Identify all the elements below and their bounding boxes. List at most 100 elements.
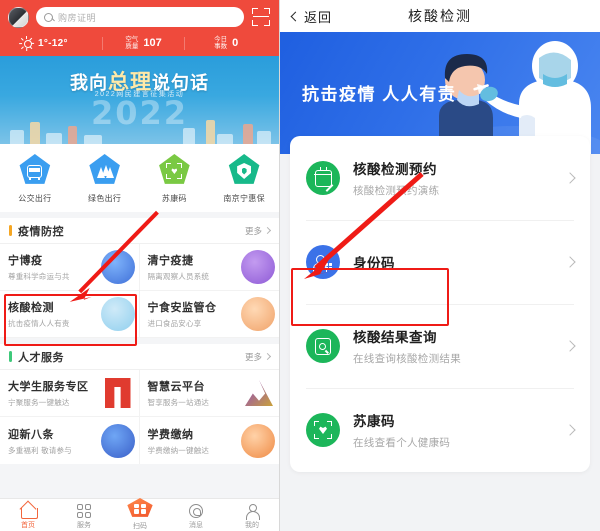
section-accent-bar bbox=[9, 225, 12, 236]
service-list-card: 核酸检测预约 核酸检测预约演练 身份码 核酸结果查询 在线查询核酸检测结果 苏康… bbox=[290, 136, 590, 472]
weather-temp-cell: 1°-12° bbox=[12, 35, 102, 51]
list-item-identity-code[interactable]: 身份码 bbox=[290, 220, 590, 304]
home-icon bbox=[20, 504, 38, 519]
card-subtitle: 宁聚服务一键触达 bbox=[8, 398, 70, 407]
quick-item-label: 公交出行 bbox=[18, 194, 52, 203]
banner-title: 抗击疫情 人人有责 bbox=[302, 85, 457, 104]
section-more-link[interactable]: 更多 bbox=[245, 351, 272, 363]
tab-profile[interactable]: 我的 bbox=[224, 499, 279, 531]
air-quality-cell: 空气 质量 107 bbox=[103, 36, 185, 51]
sun-icon bbox=[19, 35, 35, 51]
search-icon bbox=[44, 12, 53, 22]
left-phone-screen: 购房证明 1°-12° 空气 质量 107 今日 事数 0 2022 我向总理说… bbox=[0, 0, 280, 531]
app-header: 购房证明 1°-12° 空气 质量 107 今日 事数 0 bbox=[0, 0, 279, 56]
hero-banner[interactable]: 2022 我向总理说句话 2022网民建言征集活动 bbox=[0, 56, 279, 144]
back-label: 返回 bbox=[304, 9, 333, 25]
weather-temperature: 1°-12° bbox=[38, 37, 68, 49]
quick-item-green-travel[interactable]: 绿色出行 bbox=[70, 154, 140, 204]
chevron-right-icon bbox=[564, 340, 576, 352]
card-welcome-eight-rules[interactable]: 迎新八条 多重福利 敬请参与 bbox=[0, 417, 140, 464]
list-item-title: 核酸结果查询 bbox=[353, 330, 437, 345]
card-subtitle: 多重福利 敬请参与 bbox=[8, 445, 72, 455]
chat-icon bbox=[189, 504, 203, 518]
air-quality-value: 107 bbox=[143, 37, 162, 49]
list-item-title: 核酸检测预约 bbox=[353, 162, 437, 177]
scan-qr-icon bbox=[127, 498, 153, 517]
todo-label: 今日 事数 bbox=[214, 36, 227, 51]
scan-code-icon[interactable] bbox=[251, 7, 271, 27]
tab-label: 扫码 bbox=[133, 523, 147, 530]
card-qingningyijie[interactable]: 清宁疫捷 隔离观察人员系统 bbox=[139, 244, 279, 291]
air-quality-label: 空气 质量 bbox=[125, 36, 138, 51]
profile-icon bbox=[245, 504, 260, 520]
tree-icon bbox=[89, 154, 120, 184]
list-item-texts: 苏康码 在线查看个人健康码 bbox=[353, 410, 553, 450]
air-quality-label-line2: 质量 bbox=[125, 43, 139, 50]
list-item-sukang-code[interactable]: 苏康码 在线查看个人健康码 bbox=[290, 388, 590, 472]
search-input[interactable]: 购房证明 bbox=[36, 7, 244, 27]
card-smart-cloud-platform[interactable]: 智慧云平台 智享服务一站通达 bbox=[139, 370, 279, 417]
bottom-tab-bar: 首页 服务 扫码 消息 我的 bbox=[0, 498, 279, 531]
tab-label: 服务 bbox=[77, 522, 91, 529]
calendar-edit-icon bbox=[306, 161, 340, 195]
card-ningboyi[interactable]: 宁博疫 尊重科学命运与共 bbox=[0, 244, 140, 291]
tab-services[interactable]: 服务 bbox=[56, 499, 112, 531]
card-title: 宁食安监管仓 bbox=[147, 302, 217, 314]
list-item-result-query[interactable]: 核酸结果查询 在线查询核酸检测结果 bbox=[290, 304, 590, 388]
card-subtitle: 尊重科学命运与共 bbox=[8, 272, 70, 281]
section-header: 人才服务 更多 bbox=[0, 344, 279, 370]
quick-item-label: 苏康码 bbox=[161, 194, 187, 203]
quick-item-ninghuibao[interactable]: 南京宁惠保 bbox=[209, 154, 279, 204]
card-subtitle: 智享服务一站通达 bbox=[147, 398, 210, 407]
quick-access-row: 公交出行 绿色出行 苏康码 南京宁惠保 bbox=[0, 144, 279, 212]
list-item-appointment[interactable]: 核酸检测预约 核酸检测预约演练 bbox=[290, 136, 590, 220]
weather-bar: 1°-12° 空气 质量 107 今日 事数 0 bbox=[8, 30, 271, 56]
chevron-right-icon bbox=[263, 352, 272, 361]
todo-count-cell: 今日 事数 0 bbox=[185, 36, 267, 51]
section-more-label: 更多 bbox=[244, 225, 262, 236]
list-item-texts: 核酸检测预约 核酸检测预约演练 bbox=[353, 158, 553, 198]
list-item-subtitle: 在线查询核酸检测结果 bbox=[353, 353, 461, 365]
card-food-safety-warehouse[interactable]: 宁食安监管仓 进口食品安心享 bbox=[139, 291, 279, 338]
city-skyline-decoration bbox=[0, 114, 279, 144]
list-item-texts: 核酸结果查询 在线查询核酸检测结果 bbox=[353, 326, 553, 366]
card-title: 核酸检测 bbox=[8, 302, 54, 314]
air-quality-label-line1: 空气 bbox=[125, 35, 139, 43]
section-header: 疫情防控 更多 bbox=[0, 218, 279, 244]
section-talent-services: 人才服务 更多 大学生服务专区 宁聚服务一键触达 智慧云平台 智享服务一站通达 … bbox=[0, 344, 279, 464]
card-title: 学费缴纳 bbox=[147, 428, 194, 441]
card-tuition-payment[interactable]: 学费缴纳 学费缴纳一键触达 bbox=[140, 417, 280, 464]
list-item-title: 身份码 bbox=[353, 256, 395, 271]
tab-scan[interactable]: 扫码 bbox=[112, 498, 168, 531]
page-header: 返回 核酸检测 bbox=[280, 0, 600, 32]
list-item-subtitle: 核酸检测预约演练 bbox=[353, 185, 440, 197]
quick-item-bus[interactable]: 公交出行 bbox=[0, 154, 70, 204]
avatar[interactable] bbox=[8, 6, 29, 28]
shield-icon bbox=[228, 154, 260, 184]
search-placeholder: 购房证明 bbox=[58, 12, 97, 23]
chevron-right-icon bbox=[564, 424, 576, 436]
card-nucleic-acid-test[interactable]: 核酸检测 抗击疫情人人有责 bbox=[0, 291, 140, 338]
todo-label-line2: 事数 bbox=[214, 43, 228, 50]
section-more-link[interactable]: 更多 bbox=[244, 225, 272, 237]
right-phone-screen: 返回 核酸检测 抗击疫情 人人有责 核酸检测预约 核酸检测预约演练 身份码 核酸… bbox=[280, 0, 600, 531]
tab-label: 首页 bbox=[21, 522, 35, 529]
back-button[interactable]: 返回 bbox=[290, 7, 333, 26]
quick-item-sukang-code[interactable]: 苏康码 bbox=[140, 154, 210, 204]
section-title: 人才服务 bbox=[18, 351, 64, 364]
health-qr-icon bbox=[159, 154, 190, 184]
grid-icon bbox=[77, 504, 91, 518]
todo-count-value: 0 bbox=[232, 37, 239, 49]
card-subtitle: 抗击疫情人人有责 bbox=[8, 319, 70, 328]
tab-home[interactable]: 首页 bbox=[0, 499, 56, 531]
chevron-right-icon bbox=[564, 172, 576, 184]
person-qr-icon bbox=[306, 245, 340, 279]
section-grid: 宁博疫 尊重科学命运与共 清宁疫捷 隔离观察人员系统 核酸检测 抗击疫情人人有责… bbox=[0, 244, 279, 338]
list-item-title: 苏康码 bbox=[353, 414, 395, 429]
card-student-service-zone[interactable]: 大学生服务专区 宁聚服务一键触达 bbox=[0, 370, 140, 417]
quick-item-label: 绿色出行 bbox=[88, 194, 122, 203]
top-search-bar: 购房证明 bbox=[8, 4, 271, 30]
tab-messages[interactable]: 消息 bbox=[168, 499, 224, 531]
todo-label-line1: 今日 bbox=[214, 35, 228, 43]
section-epidemic-prevention: 疫情防控 更多 宁博疫 尊重科学命运与共 清宁疫捷 隔离观察人员系统 核酸检测 … bbox=[0, 218, 279, 338]
